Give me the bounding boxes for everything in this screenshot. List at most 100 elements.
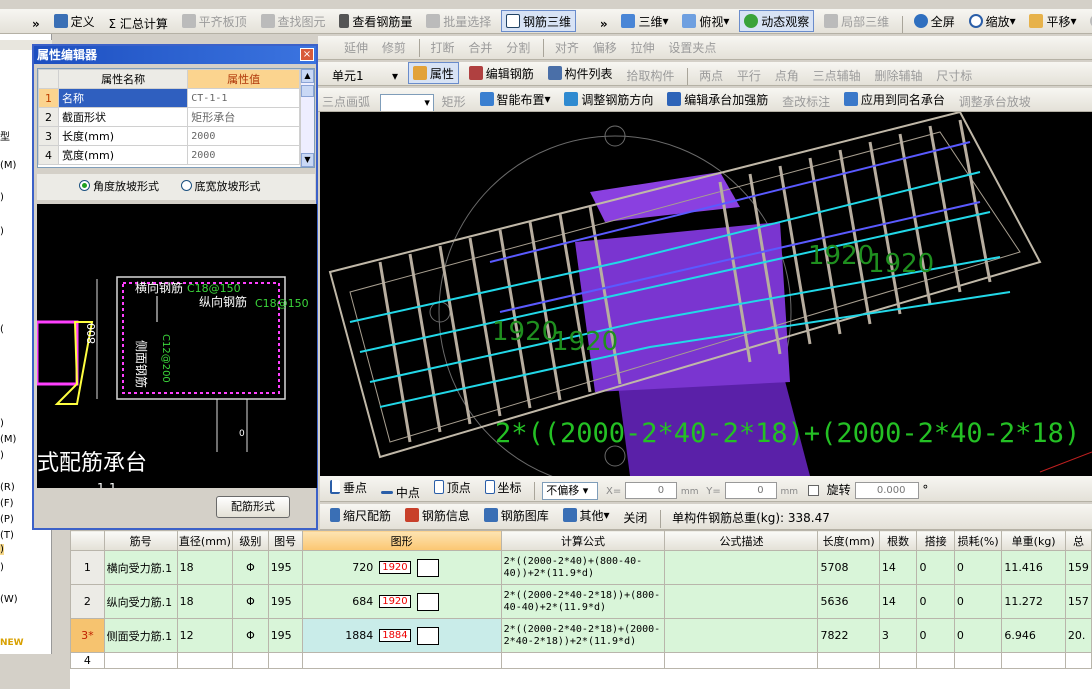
total-cell[interactable]: 159 [1064, 550, 1092, 585]
col-header[interactable]: 总 [1064, 530, 1092, 551]
split-button[interactable]: 分割 [502, 36, 534, 58]
rebar-name-cell[interactable]: 侧面受力筋.1 [103, 618, 178, 653]
zoom-button[interactable]: 缩放 ▾ [965, 10, 1020, 32]
fullscreen-button[interactable]: 全屏 [910, 10, 959, 32]
toolbar-overflow-right[interactable]: » [596, 13, 612, 33]
col-header[interactable]: 根数 [878, 530, 918, 551]
edit-cap-reinforce-button[interactable]: 编辑承台加强筋 [663, 88, 772, 110]
coordinate-snap[interactable]: 坐标 [481, 476, 526, 498]
align-button[interactable]: 对齐 [551, 36, 583, 58]
break-button[interactable]: 打断 [427, 36, 459, 58]
loss-cell[interactable]: 0 [953, 550, 1003, 585]
loss-cell[interactable]: 0 [953, 618, 1003, 653]
left-label[interactable]: ) [0, 418, 4, 429]
left-label[interactable]: (F) [0, 498, 14, 509]
unit-weight-cell[interactable] [1001, 652, 1066, 669]
unit-weight-cell[interactable]: 6.946 [1001, 618, 1066, 653]
description-cell[interactable] [664, 618, 819, 653]
point-angle-button[interactable]: 点角 [771, 65, 803, 86]
grade-cell[interactable]: Φ [232, 618, 269, 653]
loss-cell[interactable] [953, 652, 1003, 669]
length-cell[interactable] [817, 652, 880, 669]
pan-button[interactable]: 平移 ▾ [1025, 10, 1080, 32]
rebar-name-cell[interactable]: 纵向受力筋.1 [103, 584, 178, 619]
count-cell[interactable]: 3 [878, 618, 918, 653]
grade-cell[interactable]: Φ [232, 550, 269, 585]
three-point-axis-button[interactable]: 三点辅轴 [809, 65, 865, 86]
rebar-info-button[interactable]: 钢筋信息 [401, 504, 474, 526]
scroll-down-icon[interactable]: ▼ [301, 153, 314, 167]
table-row[interactable]: 3* 侧面受力筋.1 12 Φ 195 1884 1884 2*((2000-2*… [70, 618, 1092, 653]
rebar-form-button[interactable]: 配筋形式 [216, 496, 290, 518]
view-3d-button[interactable]: 三维 ▾ [617, 10, 672, 32]
lap-cell[interactable]: 0 [916, 550, 955, 585]
property-row[interactable]: 3 长度(mm) 2000 [38, 126, 300, 146]
loss-cell[interactable]: 0 [953, 584, 1003, 619]
dynamic-orbit-button[interactable]: 动态观察 [739, 10, 815, 32]
check-annotation-button[interactable]: 查改标注 [778, 91, 834, 112]
total-cell[interactable] [1064, 652, 1092, 669]
col-header[interactable]: 公式描述 [664, 530, 819, 551]
col-header[interactable]: 搭接 [916, 530, 955, 551]
formula-cell[interactable] [500, 652, 666, 669]
description-cell[interactable] [664, 652, 819, 669]
smart-layout-button[interactable]: 智能布置 ▾ [476, 88, 555, 110]
unit-weight-cell[interactable]: 11.416 [1001, 550, 1066, 585]
top-view-button[interactable]: 俯视 ▾ [678, 10, 733, 32]
pick-component-button[interactable]: 拾取构件 [622, 65, 678, 86]
rotate-checkbox[interactable] [807, 485, 819, 496]
summary-calc-button[interactable]: Σ 汇总计算 [104, 13, 171, 34]
x-coordinate-input[interactable]: 0 [625, 482, 678, 499]
diameter-cell[interactable] [176, 652, 234, 669]
left-label[interactable]: ) [0, 226, 4, 237]
formula-cell[interactable]: 2*((2000-2*40)+(800-40-40))+2*(11.9*d) [500, 550, 666, 585]
scale-rebar-button[interactable]: 缩尺配筋 [326, 504, 395, 526]
properties-button[interactable]: 属性 [407, 62, 459, 84]
stretch-button[interactable]: 拉伸 [627, 36, 659, 58]
scroll-up-icon[interactable]: ▲ [301, 69, 314, 83]
y-coordinate-input[interactable]: 0 [724, 482, 777, 499]
three-point-arc-button[interactable]: 三点画弧 [318, 91, 374, 112]
figure-no-cell[interactable]: 195 [267, 550, 303, 585]
perpendicular-snap[interactable]: 垂点 [326, 476, 371, 498]
unit-weight-cell[interactable]: 11.272 [1001, 584, 1066, 619]
shape-cell[interactable]: 684 1920 [301, 584, 502, 619]
table-row[interactable]: 4 [70, 652, 1092, 669]
table-row[interactable]: 1 横向受力筋.1 18 Φ 195 720 1920 2*((2000-2*40… [70, 550, 1092, 585]
formula-cell[interactable]: 2*((2000-2*40-2*18))+(800-40-40)+2*(11.9… [500, 584, 666, 619]
left-label[interactable]: ) [0, 450, 4, 461]
rebar-3d-button[interactable]: 钢筋三维 [501, 10, 577, 32]
define-button[interactable]: 定义 [50, 10, 99, 32]
find-element-button[interactable]: 查找图元 [257, 10, 330, 32]
radio-bottom-width-slope[interactable]: 底宽放坡形式 [180, 180, 261, 193]
apply-same-name-button[interactable]: 应用到同名承台 [840, 88, 949, 110]
grade-cell[interactable]: Φ [232, 584, 269, 619]
left-label[interactable]: ) [0, 544, 4, 555]
left-label[interactable]: (M) [0, 434, 16, 445]
left-label[interactable]: (P) [0, 514, 14, 525]
property-row[interactable]: 1 名称 CT-1-1 [38, 88, 300, 108]
left-label[interactable]: 型 [0, 128, 10, 143]
dialog-title[interactable]: 属性编辑器 [34, 46, 316, 64]
left-label[interactable]: (R) [0, 482, 15, 493]
arc-mode-select[interactable]: ▾ [379, 94, 434, 111]
formula-cell[interactable]: 2*((2000-2*40-2*18)+(2000-2*40-2*18))+2*… [500, 618, 666, 653]
left-label[interactable]: (T) [0, 530, 14, 541]
col-header[interactable]: 图形 [301, 530, 502, 551]
merge-button[interactable]: 合并 [464, 36, 496, 58]
3d-viewport[interactable]: 1920 1920 1920 1920 2*((2000-2*40-2*18)+… [320, 112, 1092, 476]
rotate-angle-input[interactable]: 0.000 [854, 482, 919, 499]
count-cell[interactable] [878, 652, 918, 669]
property-value[interactable]: 2000 [187, 126, 300, 146]
dimension-button[interactable]: 尺寸标 [932, 65, 976, 86]
other-menu-button[interactable]: 其他 ▾ [559, 504, 614, 526]
count-cell[interactable]: 14 [878, 550, 918, 585]
property-value[interactable]: CT-1-1 [187, 88, 300, 108]
rebar-name-cell[interactable] [103, 652, 178, 669]
parallel-button[interactable]: 平行 [733, 65, 765, 86]
description-cell[interactable] [664, 584, 819, 619]
table-row[interactable]: 2 纵向受力筋.1 18 Φ 195 684 1920 2*((2000-2*40… [70, 584, 1092, 619]
trim-button[interactable]: 修剪 [378, 36, 410, 58]
toolbar-overflow-left[interactable]: » [28, 13, 44, 33]
lap-cell[interactable]: 0 [916, 584, 955, 619]
